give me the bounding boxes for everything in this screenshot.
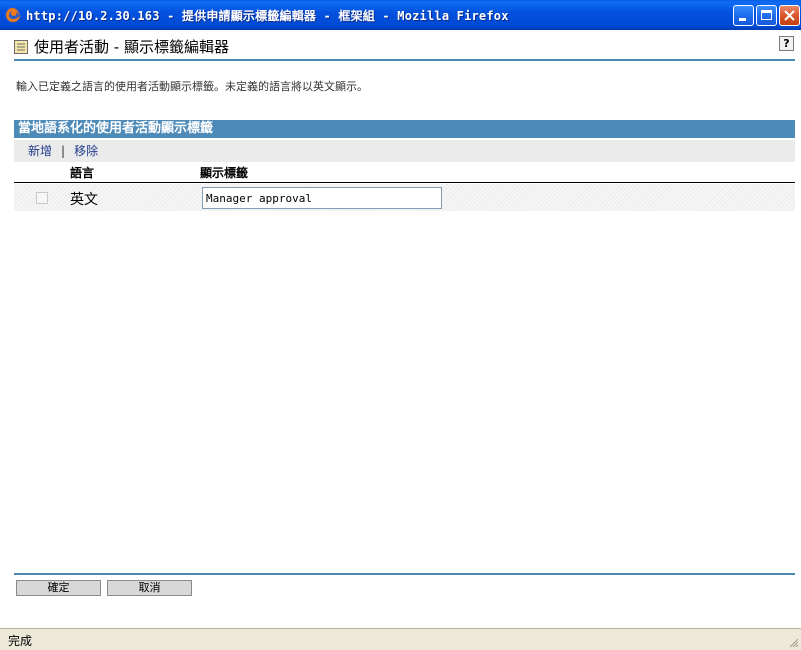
bottom-divider (14, 573, 795, 575)
table-header: 語言 顯示標籤 (14, 162, 795, 183)
status-text: 完成 (8, 634, 33, 648)
resize-grip-icon[interactable] (787, 636, 799, 648)
remove-link[interactable]: 移除 (74, 144, 98, 158)
page-description: 輸入已定義之語言的使用者活動顯示標籤。未定義的語言將以英文顯示。 (16, 80, 368, 93)
table-toolbar: 新增 | 移除 (14, 140, 795, 162)
ok-button[interactable]: 確定 (16, 580, 101, 596)
title-bar[interactable]: http://10.2.30.163 - 提供申請顯示標籤編輯器 - 框架組 -… (0, 0, 801, 30)
minimize-icon (739, 18, 746, 21)
close-icon (784, 10, 795, 21)
row-checkbox[interactable] (36, 192, 48, 204)
help-icon[interactable]: ? (779, 36, 794, 51)
row-language: 英文 (70, 192, 98, 208)
table-row: 英文 (14, 184, 795, 211)
add-link[interactable]: 新增 (28, 144, 52, 158)
toolbar-separator: | (61, 144, 66, 158)
column-header-label: 顯示標籤 (200, 166, 249, 180)
window-title: http://10.2.30.163 - 提供申請顯示標籤編輯器 - 框架組 -… (26, 9, 509, 23)
section-title: 當地語系化的使用者活動顯示標籤 (14, 120, 795, 138)
cancel-button[interactable]: 取消 (107, 580, 192, 596)
maximize-button[interactable] (756, 5, 777, 26)
close-button[interactable] (779, 5, 800, 26)
document-icon (14, 40, 28, 54)
maximize-icon (761, 10, 772, 20)
column-header-language: 語言 (70, 166, 95, 180)
frame-left-edge (0, 30, 3, 628)
minimize-button[interactable] (733, 5, 754, 26)
firefox-icon (5, 7, 21, 23)
page-title: 使用者活動 - 顯示標籤編輯器 (34, 38, 229, 56)
title-divider (14, 59, 795, 61)
browser-window: http://10.2.30.163 - 提供申請顯示標籤編輯器 - 框架組 -… (0, 0, 801, 650)
display-label-input[interactable] (202, 187, 442, 209)
status-bar: 完成 (0, 628, 801, 650)
